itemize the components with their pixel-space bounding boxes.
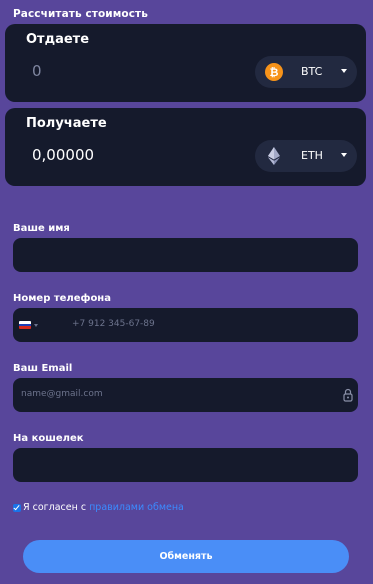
lock-icon: [343, 388, 353, 402]
get-label: Получаете: [26, 116, 107, 131]
phone-placeholder: +7 912 345-67-89: [72, 319, 155, 329]
get-amount-value: 0,00000: [32, 146, 95, 164]
give-label: Отдаете: [26, 32, 90, 47]
phone-label: Номер телефона: [13, 293, 111, 304]
email-placeholder: name@gmail.com: [21, 389, 103, 399]
give-card: Отдаете 0 ₿ BTC: [5, 24, 366, 102]
get-currency-code: ETH: [301, 149, 323, 162]
get-currency-select[interactable]: ETH: [255, 140, 357, 172]
wallet-label: На кошелек: [13, 433, 84, 444]
section-title: Рассчитать стоимость: [13, 8, 148, 20]
name-label: Ваше имя: [13, 223, 70, 234]
agreement-checkbox[interactable]: [13, 503, 21, 512]
exchange-button[interactable]: Обменять: [23, 540, 349, 573]
russia-flag-icon[interactable]: [19, 321, 31, 329]
agreement-row: Я согласен с правилами обмена: [13, 502, 184, 513]
chevron-down-icon: [34, 324, 38, 327]
rules-link[interactable]: правилами обмена: [89, 502, 184, 513]
agreement-text: Я согласен с: [23, 502, 87, 513]
email-label: Ваш Email: [13, 363, 73, 374]
svg-text:₿: ₿: [270, 66, 279, 79]
get-card: Получаете 0,00000 ETH: [5, 108, 366, 186]
wallet-field[interactable]: [13, 448, 358, 482]
chevron-down-icon: [341, 153, 347, 157]
email-field[interactable]: name@gmail.com: [13, 378, 358, 412]
bitcoin-icon: ₿: [265, 63, 283, 81]
give-amount-input[interactable]: 0: [32, 62, 42, 80]
ethereum-icon: [268, 147, 280, 165]
give-currency-code: BTC: [301, 65, 323, 78]
give-currency-select[interactable]: ₿ BTC: [255, 56, 357, 88]
chevron-down-icon: [341, 69, 347, 73]
phone-field[interactable]: +7 912 345-67-89: [13, 308, 358, 342]
name-field[interactable]: [13, 238, 358, 272]
